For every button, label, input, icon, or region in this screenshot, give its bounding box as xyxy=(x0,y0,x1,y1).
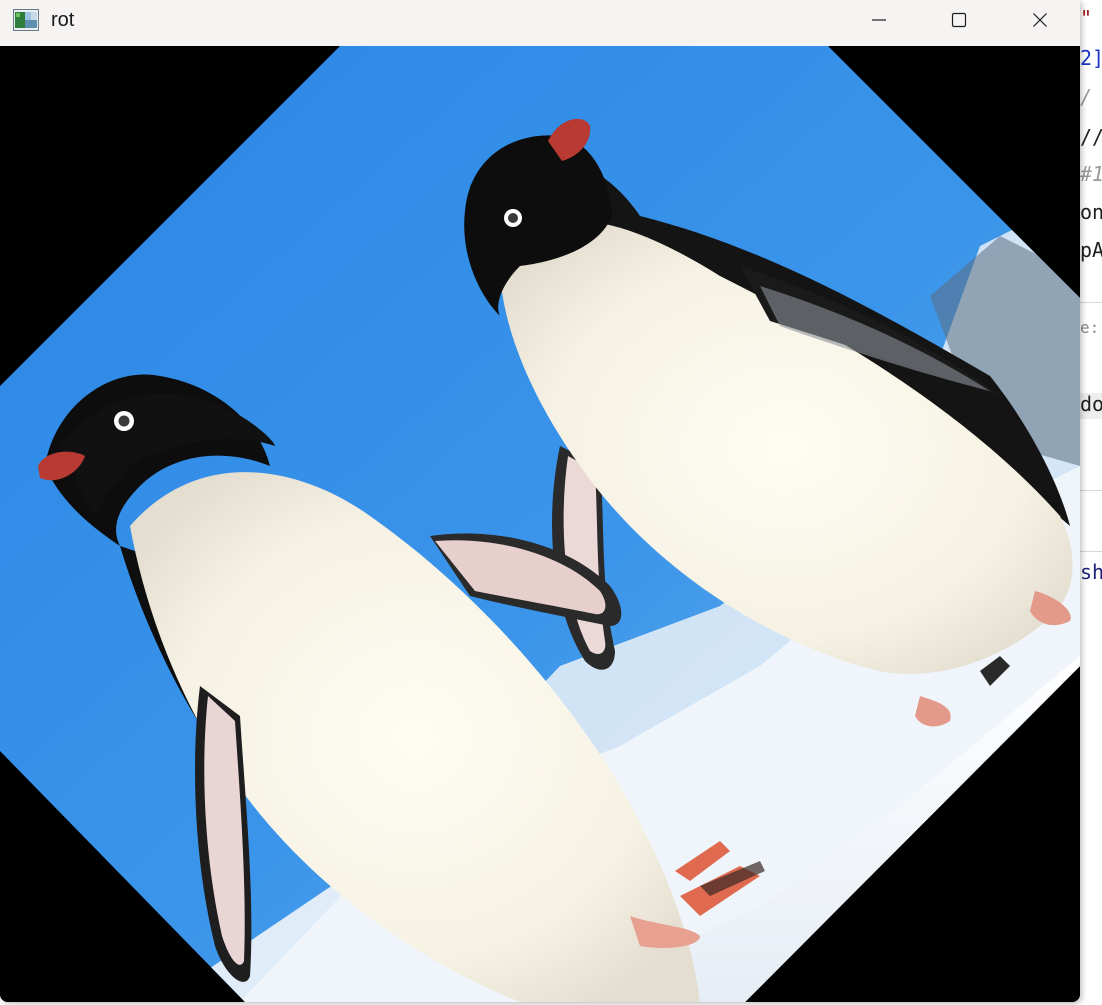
editor-line: 2] xyxy=(1080,46,1102,70)
close-icon xyxy=(1033,13,1047,27)
window-title: rot xyxy=(51,9,75,31)
rotated-image xyxy=(0,46,1080,1002)
editor-divider xyxy=(1080,490,1102,491)
editor-divider xyxy=(1080,302,1102,303)
editor-line: / xyxy=(1080,85,1093,109)
editor-line: on xyxy=(1080,200,1102,224)
maximize-icon xyxy=(951,12,967,28)
editor-line: // xyxy=(1080,125,1102,149)
editor-line: " xyxy=(1080,6,1093,30)
title-bar[interactable]: rot xyxy=(0,0,1080,46)
editor-line: e: xyxy=(1080,318,1100,337)
image-window: rot xyxy=(0,0,1080,1002)
close-button[interactable] xyxy=(1000,0,1080,40)
editor-line: #1 xyxy=(1080,162,1102,186)
background-code-editor: " 2] / // #1 on pA e: do sh xyxy=(1080,0,1102,1005)
editor-line: do xyxy=(1080,392,1102,416)
image-canvas xyxy=(0,46,1080,1002)
editor-line: pA xyxy=(1080,238,1102,262)
maximize-button[interactable] xyxy=(919,0,999,40)
editor-divider xyxy=(1080,551,1102,552)
minimize-button[interactable] xyxy=(839,0,919,40)
editor-line: sh xyxy=(1080,560,1102,584)
minimize-icon xyxy=(872,19,886,21)
image-viewer-icon xyxy=(13,9,39,31)
